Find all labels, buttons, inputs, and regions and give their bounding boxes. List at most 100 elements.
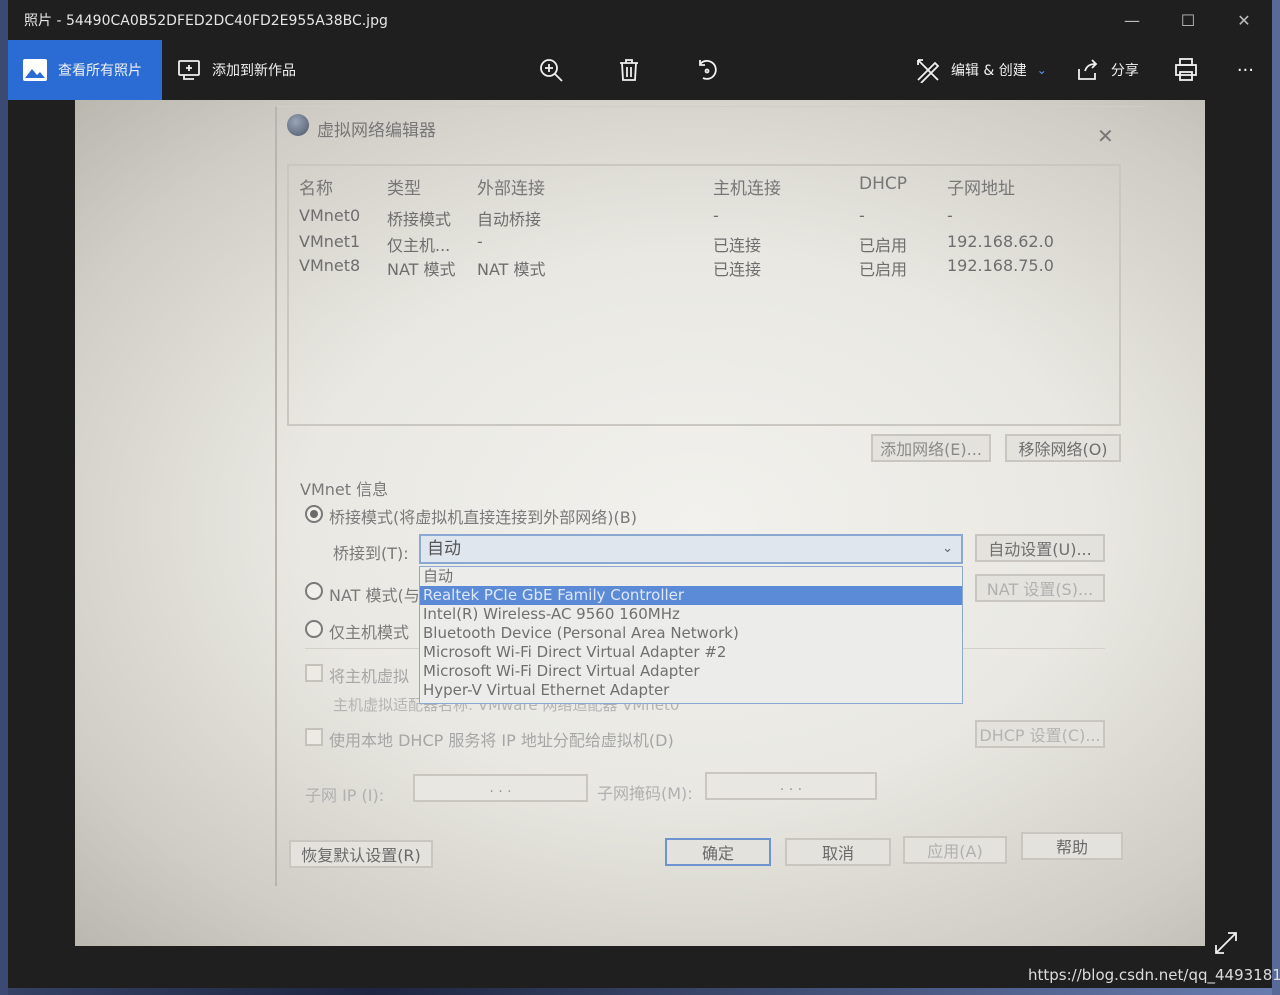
col-name: 名称 [299, 179, 333, 199]
watermark-text: https://blog.csdn.net/qq_44931814 [1028, 966, 1280, 984]
cell: 自动桥接 [477, 210, 542, 229]
list-item: 自动 [423, 567, 454, 585]
print-button[interactable] [1153, 40, 1219, 100]
cancel-button: 取消 [785, 838, 891, 866]
cell: 已启用 [859, 260, 908, 279]
fullscreen-expand-icon[interactable] [1213, 930, 1239, 956]
host-only-label: 仅主机模式 [329, 623, 410, 642]
print-icon [1174, 58, 1197, 81]
title-bar: 照片 - 54490CA0B52DFED2DC40FD2E955A38BC.jp… [8, 0, 1272, 40]
cell: 已连接 [713, 236, 762, 255]
share-button[interactable]: 分享 [1061, 40, 1153, 100]
cell: 已连接 [713, 260, 762, 279]
share-icon [1077, 59, 1098, 80]
minimize-button[interactable]: — [1104, 0, 1160, 40]
cell: 192.168.75.0 [947, 256, 1054, 275]
cell: VMnet8 [299, 256, 361, 275]
host-only-radio [305, 620, 323, 638]
list-item: Bluetooth Device (Personal Area Network) [423, 624, 739, 642]
more-options-button[interactable]: ··· [1219, 40, 1272, 100]
window-title: 照片 - 54490CA0B52DFED2DC40FD2E955A38BC.jp… [24, 13, 388, 29]
network-globe-icon [287, 114, 309, 136]
list-item: Intel(R) Wireless-AC 9560 160MHz [423, 605, 680, 623]
maximize-button[interactable]: ☐ [1160, 0, 1216, 40]
desktop-edge-left [0, 0, 8, 995]
add-network-button: 添加网络(E)... [871, 434, 991, 462]
add-to-creation-button[interactable]: 添加到新作品 [162, 40, 310, 100]
connect-host-checkbox [305, 664, 323, 682]
nat-mode-label: NAT 模式(与 [329, 586, 420, 605]
col-type: 类型 [387, 179, 421, 199]
restore-defaults-button: 恢复默认设置(R) [289, 840, 433, 868]
bridge-to-label: 桥接到(T): [333, 544, 409, 563]
cell: VMnet1 [299, 232, 361, 251]
subnet-mask-label: 子网掩码(M): [597, 784, 693, 803]
add-to-creation-label: 添加到新作品 [212, 63, 296, 79]
chevron-down-icon: ⌄ [1036, 63, 1047, 77]
subnet-ip-label: 子网 IP (I): [305, 786, 385, 805]
nat-settings-button: NAT 设置(S)... [975, 574, 1105, 602]
col-external: 外部连接 [477, 179, 545, 199]
edit-create-button[interactable]: 编辑 & 创建 ⌄ [901, 40, 1061, 100]
edit-create-icon [917, 59, 940, 83]
table-row: VMnet0 桥接模式 自动桥接 - - - [299, 206, 1087, 230]
bridge-to-dropdown-list: 自动 Realtek PCIe GbE Family Controller In… [419, 566, 963, 704]
cell: - [859, 206, 865, 225]
col-dhcp: DHCP [859, 174, 907, 194]
photo-viewer: 虚拟网络编辑器 ✕ 名称 类型 外部连接 主机连接 DHCP 子网地址 VMne… [8, 100, 1280, 988]
help-button: 帮助 [1021, 832, 1123, 860]
use-dhcp-checkbox [305, 728, 323, 746]
list-header: 名称 类型 外部连接 主机连接 DHCP 子网地址 [299, 174, 1087, 199]
use-dhcp-label: 使用本地 DHCP 服务将 IP 地址分配给虚拟机(D) [329, 731, 674, 750]
subnet-mask-field: . . . [705, 772, 877, 800]
cell: 桥接模式 [387, 210, 452, 229]
remove-network-button: 移除网络(O) [1005, 434, 1121, 462]
list-item: Realtek PCIe GbE Family Controller [420, 586, 962, 605]
bridge-mode-label: 桥接模式(将虚拟机直接连接到外部网络)(B) [329, 508, 637, 527]
edit-create-label: 编辑 & 创建 [950, 63, 1027, 79]
ok-button: 确定 [665, 838, 771, 866]
dhcp-settings-button: DHCP 设置(C)... [975, 720, 1105, 748]
cell: VMnet0 [299, 206, 361, 225]
dialog-close-icon: ✕ [1097, 124, 1114, 148]
connect-host-label: 将主机虚拟 [329, 667, 410, 686]
list-item: Microsoft Wi-Fi Direct Virtual Adapter #… [423, 643, 727, 661]
auto-settings-button: 自动设置(U)... [975, 534, 1105, 562]
cell: NAT 模式 [477, 260, 546, 279]
list-item: Hyper-V Virtual Ethernet Adapter [423, 681, 670, 699]
bridge-to-value: 自动 [427, 539, 461, 559]
view-all-photos-label: 查看所有照片 [58, 63, 142, 79]
photo-icon [23, 59, 47, 81]
network-list: 名称 类型 外部连接 主机连接 DHCP 子网地址 VMnet0 桥接模式 自动… [287, 164, 1121, 426]
zoom-in-icon[interactable] [538, 57, 564, 83]
cell: 192.168.62.0 [947, 232, 1054, 251]
toolbar-center-group [538, 40, 720, 100]
cell: 仅主机... [387, 236, 451, 255]
list-item: Microsoft Wi-Fi Direct Virtual Adapter [423, 662, 700, 680]
cell: - [947, 206, 953, 225]
rotate-icon[interactable] [694, 57, 720, 83]
dialog-title: 虚拟网络编辑器 [317, 121, 436, 141]
photo-image: 虚拟网络编辑器 ✕ 名称 类型 外部连接 主机连接 DHCP 子网地址 VMne… [75, 100, 1205, 946]
vmnet-info-label: VMnet 信息 [300, 480, 389, 499]
cell: - [477, 232, 483, 251]
desktop-edge-right [1272, 0, 1280, 995]
chevron-down-icon: ⌄ [942, 541, 953, 556]
toolbar: 查看所有照片 添加到新作品 编辑 & 创建 ⌄ 分享 ··· [8, 40, 1272, 100]
close-button[interactable]: ✕ [1216, 0, 1272, 40]
bridge-mode-radio [305, 505, 323, 523]
toolbar-right-group: 编辑 & 创建 ⌄ 分享 ··· [901, 40, 1272, 100]
photographed-virtual-network-editor: 虚拟网络编辑器 ✕ 名称 类型 外部连接 主机连接 DHCP 子网地址 VMne… [275, 106, 1145, 886]
col-host: 主机连接 [713, 179, 781, 199]
delete-icon[interactable] [616, 57, 642, 83]
cell: NAT 模式 [387, 260, 456, 279]
add-creation-icon [178, 60, 200, 80]
view-all-photos-button[interactable]: 查看所有照片 [8, 40, 162, 100]
bridge-to-select: 自动 ⌄ [419, 534, 963, 564]
cell: - [713, 206, 719, 225]
nat-mode-radio [305, 582, 323, 600]
cell: 已启用 [859, 236, 908, 255]
col-subnet: 子网地址 [947, 179, 1015, 199]
table-row: VMnet8 NAT 模式 NAT 模式 已连接 已启用 192.168.75.… [299, 256, 1087, 280]
photos-app-window: 照片 - 54490CA0B52DFED2DC40FD2E955A38BC.jp… [8, 0, 1280, 988]
